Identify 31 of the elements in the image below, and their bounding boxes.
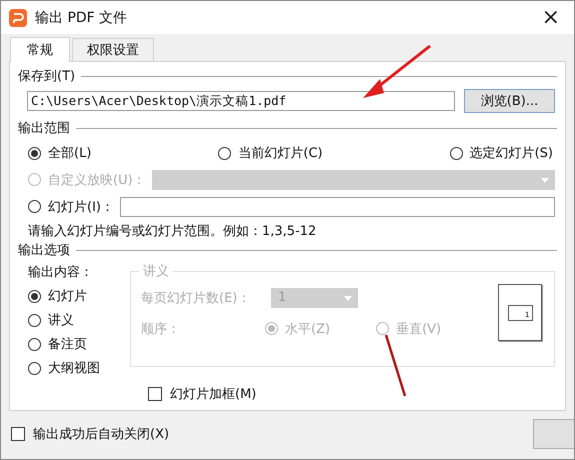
radio-option[interactable]: 讲义	[28, 311, 120, 329]
order-label: 顺序：	[141, 320, 181, 338]
radio-option[interactable]: 选定幻灯片(S)	[450, 144, 553, 162]
browse-button[interactable]: 浏览(B)...	[464, 89, 555, 113]
app-icon	[9, 8, 27, 26]
radio-option[interactable]: 当前幻灯片(C)	[218, 144, 323, 162]
group-heading: 输出选项	[18, 242, 70, 259]
checkbox-option[interactable]: 输出成功后自动关闭(X)	[11, 425, 170, 443]
caret-icon	[344, 296, 352, 300]
checkbox-option[interactable]: 幻灯片加框(M)	[148, 385, 256, 403]
path-field[interactable]: C:\Users\Acer\Desktop\演示文稿1.pdf	[27, 91, 456, 111]
tab[interactable]: 权限设置	[72, 38, 154, 61]
arrow-drawing	[362, 45, 432, 101]
radio-option[interactable]: 大纲视图	[28, 359, 120, 377]
group-heading: 保存到(T)	[18, 68, 76, 85]
caret-icon	[541, 178, 549, 182]
show-dropdown[interactable]	[152, 170, 555, 190]
radio-option[interactable]: 备注页	[28, 335, 120, 353]
window-title: 输出 PDF 文件	[35, 8, 128, 26]
radio-option[interactable]: 幻灯片(I)：	[28, 198, 114, 216]
group-heading: 讲义	[139, 262, 173, 280]
radio-option[interactable]: 幻灯片	[28, 287, 120, 305]
per-page-label: 每页幻灯片数(E)：	[141, 290, 252, 306]
content-label: 输出内容：	[28, 264, 94, 281]
hint-text: 请输入幻灯片编号或幻灯片范围。例如：1,3,5-12	[27, 223, 318, 240]
close-button[interactable]: ×	[536, 6, 566, 28]
tab[interactable]: 常规	[10, 37, 70, 62]
annotation-line	[384, 334, 408, 398]
slides-input-field[interactable]	[120, 196, 555, 216]
radio-option[interactable]: 全部(L)	[28, 144, 92, 162]
group-heading: 输出范围	[18, 120, 70, 137]
